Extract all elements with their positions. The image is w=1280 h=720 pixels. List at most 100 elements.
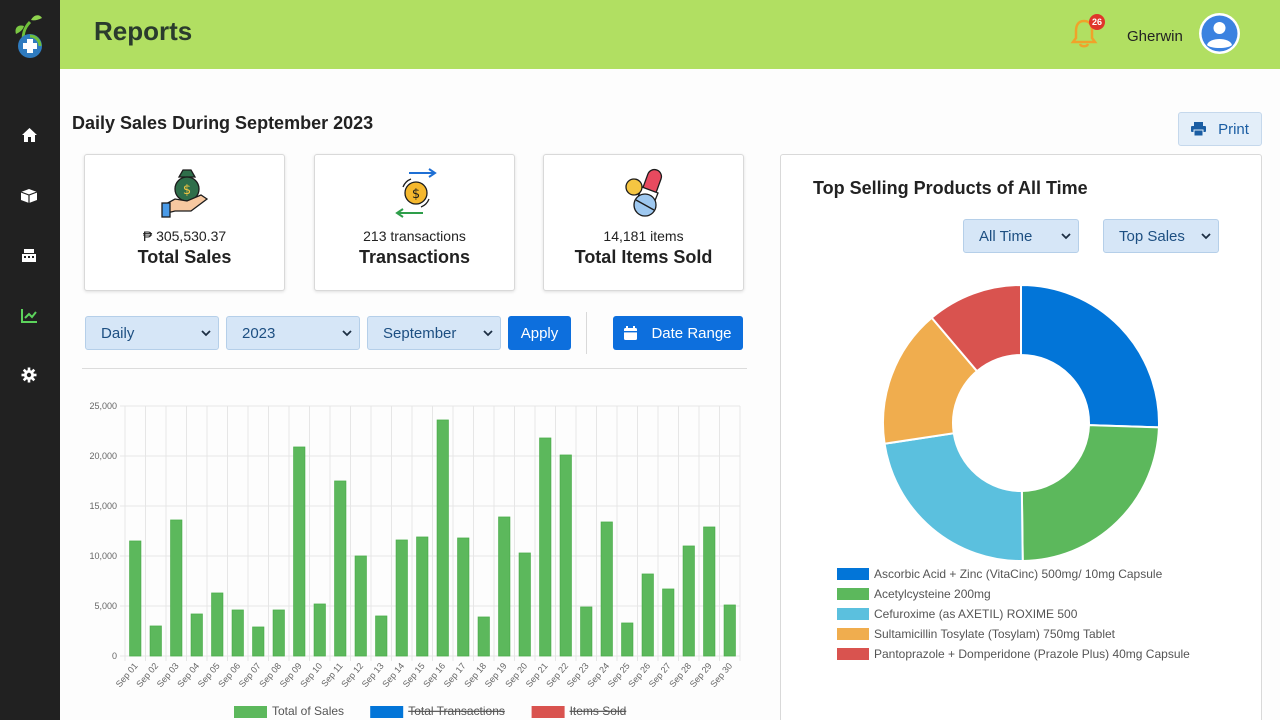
bar [662, 588, 675, 657]
user-name[interactable]: Gherwin [1127, 28, 1183, 45]
top-header: Reports 26 Gherwin [60, 0, 1280, 69]
legend-label: Sultamicillin Tosylate (Tosylam) 750mg T… [874, 627, 1116, 641]
calendar-icon [624, 326, 638, 340]
bar [293, 446, 306, 657]
stat-value: 213 transactions [363, 228, 466, 244]
bar [498, 516, 511, 657]
year-select[interactable]: 2023 [226, 316, 360, 350]
legend-swatch [531, 706, 565, 718]
transactions-card: $ 213 transactions Transactions [314, 154, 515, 291]
bar [149, 625, 162, 657]
bar [211, 592, 224, 657]
bar [170, 519, 183, 657]
legend-label: Acetylcysteine 200mg [874, 587, 991, 601]
bar [436, 419, 449, 657]
bar [375, 615, 388, 657]
pie-slice [1020, 424, 1160, 563]
section-title: Daily Sales During September 2023 [72, 113, 374, 133]
logo [15, 15, 42, 58]
bar [723, 604, 736, 657]
bar [416, 536, 429, 657]
y-tick-label: 25,000 [89, 401, 117, 411]
chevron-down-icon [483, 330, 493, 337]
y-tick-label: 15,000 [89, 501, 117, 511]
printer-icon [1191, 122, 1207, 136]
sidebar [0, 0, 60, 720]
legend-swatch [837, 568, 869, 580]
year-select-value: 2023 [242, 324, 276, 342]
legend-label: Ascorbic Acid + Zinc (VitaCinc) 500mg/ 1… [874, 567, 1163, 581]
stat-value: ₱ 305,530.37 [142, 228, 227, 244]
daily-sales-bar-chart: 05,00010,00015,00020,00025,000Sep 01Sep … [89, 401, 741, 718]
page-title: Reports [94, 16, 193, 46]
home-icon [21, 128, 37, 142]
divider [586, 312, 587, 354]
period-select[interactable]: Daily [85, 316, 219, 350]
legend-swatch [837, 588, 869, 600]
chart-icon [20, 308, 37, 323]
month-select[interactable]: September [367, 316, 501, 350]
pills-icon [625, 168, 663, 217]
date-range-button[interactable]: Date Range [613, 316, 743, 350]
stat-label: Total Sales [137, 247, 232, 267]
svg-text:$: $ [183, 183, 191, 198]
nav-inventory[interactable] [16, 182, 42, 208]
bar [703, 526, 716, 657]
total-sales-card: $ ₱ 305,530.37 Total Sales [84, 154, 285, 291]
register-icon [22, 248, 36, 262]
nav-home[interactable] [16, 122, 42, 148]
notification-badge: 26 [1089, 14, 1105, 30]
print-label: Print [1218, 120, 1249, 138]
legend-label: Cefuroxime (as AXETIL) ROXIME 500 [874, 607, 1078, 621]
legend-swatch [837, 648, 869, 660]
box-icon [20, 188, 38, 203]
bar [190, 613, 203, 657]
bar [354, 555, 367, 657]
legend-swatch [837, 608, 869, 620]
x-tick-label: Sep 10 [298, 661, 324, 689]
legend-swatch [370, 706, 404, 718]
stat-value: 14,181 items [603, 228, 684, 244]
bar [580, 606, 593, 657]
gear-icon [21, 367, 37, 383]
chevron-down-icon [342, 330, 352, 337]
nav-settings[interactable] [16, 362, 42, 388]
pie-slice [1020, 283, 1160, 429]
stat-label: Total Items Sold [574, 247, 713, 267]
bar [518, 552, 531, 657]
period-select-value: Daily [101, 324, 135, 342]
legend-label: Total Transactions [408, 704, 505, 718]
stat-label: Transactions [358, 247, 471, 267]
divider [82, 368, 747, 369]
pie-slice [883, 432, 1024, 562]
money-bag-icon: $ [161, 169, 209, 218]
y-tick-label: 10,000 [89, 551, 117, 561]
bar [231, 609, 244, 657]
svg-text:$: $ [412, 187, 420, 202]
apply-button[interactable]: Apply [508, 316, 571, 350]
bar [600, 521, 613, 657]
bar [477, 616, 490, 657]
avatar[interactable] [1199, 13, 1240, 54]
legend-swatch [234, 706, 267, 718]
bar [641, 573, 654, 657]
bar [334, 480, 347, 657]
legend-label: Pantoprazole + Domperidone (Prazole Plus… [874, 647, 1190, 661]
user-avatar-icon [1201, 15, 1238, 52]
top-products-donut-chart: Ascorbic Acid + Zinc (VitaCinc) 500mg/ 1… [837, 283, 1190, 661]
bar [457, 537, 470, 657]
legend-label: Total of Sales [272, 704, 344, 718]
bar [129, 540, 142, 657]
nav-reports[interactable] [16, 302, 42, 328]
legend-label: Items Sold [570, 704, 627, 718]
legend-swatch [837, 628, 869, 640]
y-tick-label: 20,000 [89, 451, 117, 461]
exchange-icon: $ [395, 168, 437, 218]
date-range-label: Date Range [651, 324, 732, 342]
bar [272, 609, 285, 657]
bar [252, 626, 265, 657]
print-button[interactable]: Print [1178, 112, 1262, 146]
nav-pos[interactable] [16, 242, 42, 268]
bar [559, 454, 572, 657]
y-tick-label: 5,000 [94, 601, 117, 611]
